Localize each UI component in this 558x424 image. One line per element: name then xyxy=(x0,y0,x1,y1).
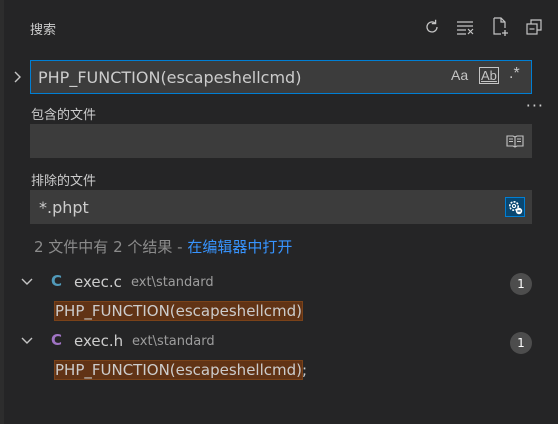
collapse-all-icon[interactable] xyxy=(524,16,544,38)
match-highlight: PHP_FUNCTION(escapeshellcmd) xyxy=(54,301,303,321)
open-in-editor-link[interactable]: 在编辑器中打开 xyxy=(187,238,292,256)
results-summary: 2 文件中有 2 个结果 - 在编辑器中打开 xyxy=(34,236,292,257)
match-highlight: PHP_FUNCTION(escapeshellcmd) xyxy=(54,360,303,380)
match-line[interactable]: PHP_FUNCTION(escapeshellcmd); xyxy=(54,360,308,380)
toggle-search-details-button[interactable]: ··· xyxy=(526,96,544,115)
chevron-down-icon[interactable] xyxy=(20,276,34,291)
exclude-input[interactable] xyxy=(31,191,491,223)
file-path: ext\standard xyxy=(132,334,215,349)
refresh-icon[interactable] xyxy=(422,16,442,38)
book-icon[interactable] xyxy=(505,131,525,151)
file-name: exec.c xyxy=(74,273,122,291)
file-name: exec.h xyxy=(74,332,124,350)
result-file-row[interactable]: C exec.c ext\standard 1 xyxy=(0,270,558,298)
results-summary-text: 2 文件中有 2 个结果 - xyxy=(34,238,188,256)
include-field xyxy=(30,124,532,158)
header-actions xyxy=(422,16,544,38)
match-count-badge: 1 xyxy=(510,332,532,354)
match-case-toggle[interactable]: Aa xyxy=(451,67,468,87)
exclude-field xyxy=(30,190,532,224)
toggle-replace-chevron-icon[interactable] xyxy=(10,66,26,88)
match-count-badge: 1 xyxy=(510,273,532,295)
settings-exclude-gear-icon[interactable] xyxy=(505,197,525,217)
include-label: 包含的文件 xyxy=(31,108,97,123)
include-input[interactable] xyxy=(31,125,491,157)
panel-title: 搜索 xyxy=(30,23,57,38)
chevron-down-icon[interactable] xyxy=(20,335,34,350)
match-suffix: ; xyxy=(302,361,308,379)
c-header-file-icon: C xyxy=(51,331,63,349)
exclude-label: 排除的文件 xyxy=(31,174,97,189)
match-line[interactable]: PHP_FUNCTION(escapeshellcmd) xyxy=(54,301,303,321)
new-search-editor-icon[interactable] xyxy=(490,16,510,38)
file-path: ext\standard xyxy=(131,275,214,290)
sidebar-edge xyxy=(0,0,4,424)
regex-toggle[interactable]: .* xyxy=(509,65,520,85)
clear-results-icon[interactable] xyxy=(456,16,476,38)
result-file-row[interactable]: C exec.h ext\standard 1 xyxy=(0,329,558,357)
search-input[interactable] xyxy=(31,61,431,93)
c-file-icon: C xyxy=(51,272,63,290)
whole-word-label: Ab xyxy=(479,67,499,84)
whole-word-toggle[interactable]: Ab xyxy=(479,67,499,88)
search-box: Aa Ab .* xyxy=(30,60,532,94)
